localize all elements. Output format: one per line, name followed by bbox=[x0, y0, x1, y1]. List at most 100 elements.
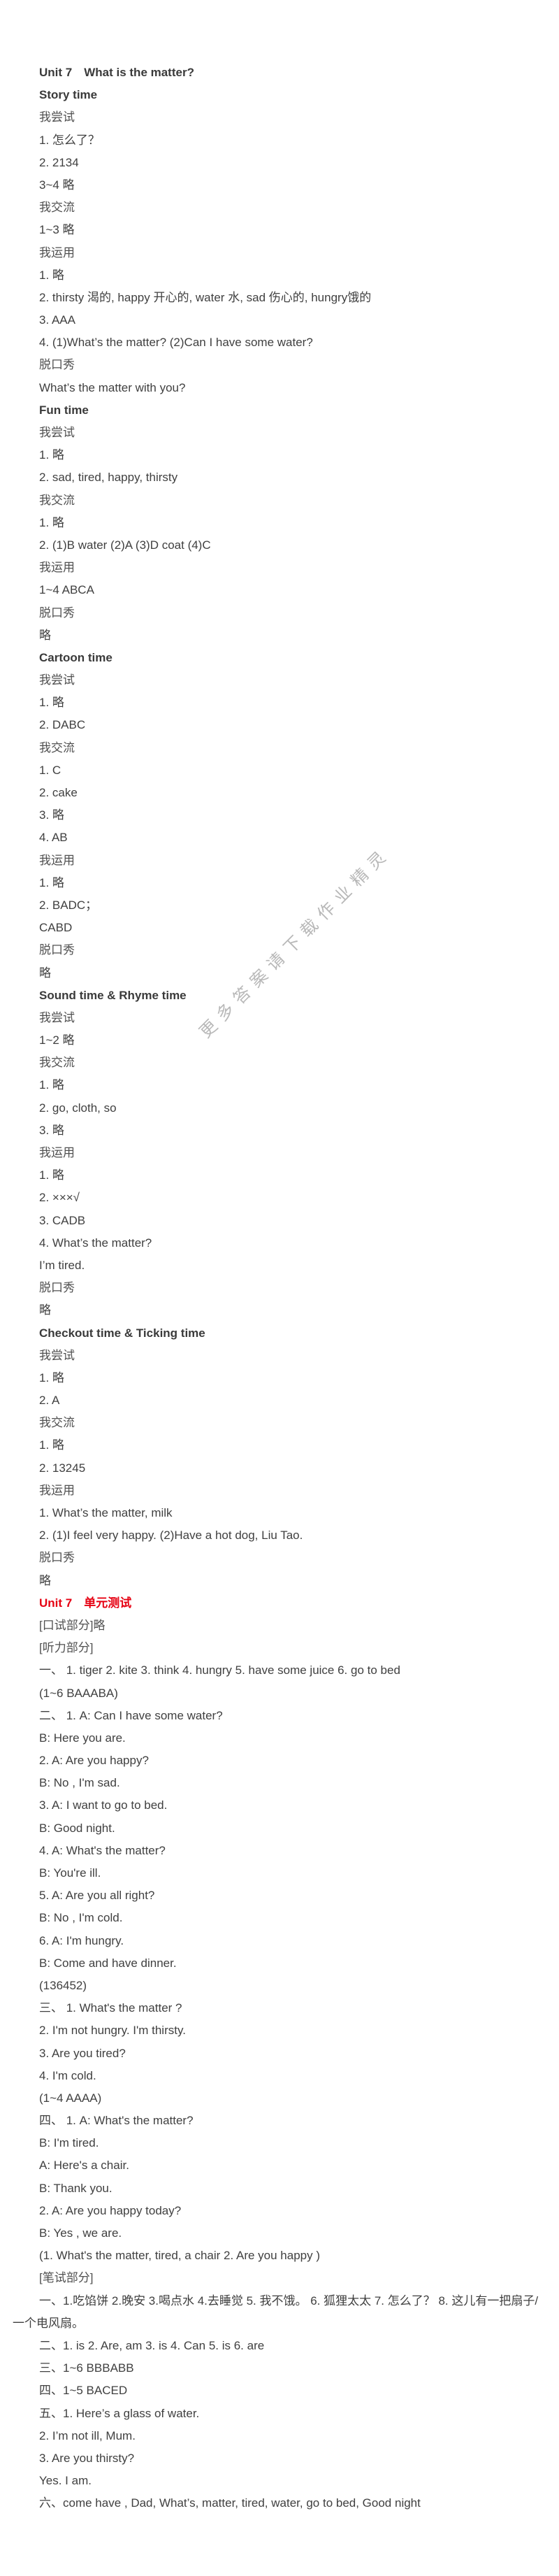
answer-line: 4. AB bbox=[39, 831, 68, 845]
subsection-label: 脱口秀 bbox=[39, 358, 75, 372]
subsection-label: 我运用 bbox=[39, 1483, 75, 1497]
answer-document: Unit 7 What is the matter? Story time 我尝试 1… bbox=[0, 62, 559, 2514]
subsection-label: 我尝试 bbox=[39, 110, 75, 124]
subsection-label: 我运用 bbox=[39, 853, 75, 867]
answer-line: 2. cake bbox=[39, 786, 78, 799]
answer-line: 1. 略 bbox=[39, 1168, 64, 1182]
subsection-label: 我尝试 bbox=[39, 673, 75, 687]
answer-line: 四、 1. A: What's the matter? bbox=[39, 2114, 194, 2128]
section-heading: Checkout time & Ticking time bbox=[39, 1326, 205, 1340]
answer-line: 2. I'm not hungry. I'm thirsty. bbox=[39, 2024, 186, 2038]
answer-line: 2. go, cloth, so bbox=[39, 1101, 117, 1115]
answer-line: 1. 略 bbox=[39, 1078, 64, 1092]
answer-line: 2. sad, tired, happy, thirsty bbox=[39, 471, 178, 485]
subsection-label: 我交流 bbox=[39, 740, 75, 754]
answer-line: 4. I'm cold. bbox=[39, 2068, 96, 2082]
answer-line: 三、1~6 BBBABB bbox=[39, 2361, 134, 2375]
answer-line: 4. A: What's the matter? bbox=[39, 1843, 166, 1857]
answer-line: 2. A bbox=[39, 1394, 60, 1408]
answer-line: 5. A: Are you all right? bbox=[39, 1889, 155, 1903]
answer-line: 6. A: I'm hungry. bbox=[39, 1933, 124, 1947]
answer-line: Yes. I am. bbox=[39, 2474, 92, 2488]
section-heading: Fun time bbox=[39, 403, 89, 417]
answer-line: B: Thank you. bbox=[39, 2181, 112, 2195]
answer-line: 1. 略 bbox=[39, 448, 64, 462]
subsection-label: 脱口秀 bbox=[39, 1281, 75, 1295]
answer-line: B: Come and have dinner. bbox=[39, 1956, 177, 1970]
answer-line: 2. A: Are you happy today? bbox=[39, 2203, 182, 2217]
answer-line: 2. (1)I feel very happy. (2)Have a hot d… bbox=[39, 1529, 303, 1543]
answer-line: 一、 1. tiger 2. kite 3. think 4. hungry 5… bbox=[39, 1663, 400, 1677]
answer-line: 1. 怎么了？ bbox=[39, 133, 100, 147]
section-heading: Sound time & Rhyme time bbox=[39, 988, 187, 1002]
answer-line: 3. A: I want to go to bed. bbox=[39, 1798, 168, 1812]
subsection-label: [听力部分] bbox=[39, 1641, 94, 1655]
answer-line: B: I'm tired. bbox=[39, 2136, 99, 2150]
subsection-label: [口试部分]略 bbox=[39, 1618, 106, 1632]
answer-line: 2. (1)B water (2)A (3)D coat (4)C bbox=[39, 538, 211, 552]
answer-line: 四、1~5 BACED bbox=[39, 2384, 128, 2398]
subsection-label: 我交流 bbox=[39, 1056, 75, 1070]
answer-line: 2. I’m not ill, Mum. bbox=[39, 2428, 136, 2442]
answer-line: 1~4 ABCA bbox=[39, 583, 94, 597]
answer-line: 2. DABC bbox=[39, 718, 86, 732]
subsection-label: 我运用 bbox=[39, 1146, 75, 1159]
subsection-label: 我运用 bbox=[39, 245, 75, 259]
answer-line: (1. What's the matter, tired, a chair 2.… bbox=[39, 2249, 320, 2263]
answer-line: B: No , I'm sad. bbox=[39, 1776, 120, 1790]
answer-line: 2. 2134 bbox=[39, 155, 79, 169]
answer-line: B: Yes , we are. bbox=[39, 2226, 122, 2240]
answer-line: 略 bbox=[39, 628, 51, 642]
subsection-label: 我交流 bbox=[39, 1416, 75, 1430]
answer-line: 略 bbox=[39, 1573, 51, 1587]
answer-line: 五、1. Here’s a glass of water. bbox=[39, 2406, 200, 2420]
answer-line: 1. 略 bbox=[39, 696, 64, 710]
answer-line: (1~6 BAAABA) bbox=[39, 1686, 118, 1700]
subsection-label: 脱口秀 bbox=[39, 1551, 75, 1565]
subsection-label: 我运用 bbox=[39, 561, 75, 575]
answer-line: B: Here you are. bbox=[39, 1731, 126, 1745]
subsection-label: 我尝试 bbox=[39, 1348, 75, 1362]
subsection-label: 脱口秀 bbox=[39, 606, 75, 620]
answer-line: 二、 1. A: Can I have some water? bbox=[39, 1708, 223, 1722]
answer-line: 1. 略 bbox=[39, 268, 64, 282]
subsection-label: 我交流 bbox=[39, 201, 75, 215]
answer-line: 略 bbox=[39, 1303, 51, 1317]
section-heading: Story time bbox=[39, 88, 98, 102]
answer-line: 2. A: Are you happy? bbox=[39, 1754, 149, 1768]
answer-line: 2. BADC； bbox=[39, 898, 98, 912]
answer-line: 1. 略 bbox=[39, 1371, 64, 1384]
answer-line: I’m tired. bbox=[39, 1258, 85, 1272]
answer-line: 3. Are you thirsty? bbox=[39, 2451, 135, 2465]
section-heading: Unit 7 What is the matter? bbox=[39, 66, 194, 79]
subsection-label: 我交流 bbox=[39, 493, 75, 507]
answer-line: 3~4 略 bbox=[39, 178, 75, 192]
answer-line: B: No , I'm cold. bbox=[39, 1911, 123, 1925]
answer-line: 3. Are you tired? bbox=[39, 2046, 126, 2060]
answer-line: 略 bbox=[39, 966, 51, 980]
answer-line: CABD bbox=[39, 921, 73, 935]
answer-line: B: You're ill. bbox=[39, 1866, 101, 1880]
answer-line: (1~4 AAAA) bbox=[39, 2091, 102, 2105]
answer-line: 1. 略 bbox=[39, 875, 64, 889]
answer-line: 1. What’s the matter, milk bbox=[39, 1506, 173, 1519]
answer-line: B: Good night. bbox=[39, 1821, 115, 1835]
answer-line: 1. 略 bbox=[39, 1438, 64, 1452]
subsection-label: 脱口秀 bbox=[39, 943, 75, 957]
answer-line: 1. C bbox=[39, 763, 61, 777]
subsection-label: 我尝试 bbox=[39, 426, 75, 439]
answer-line: 1~3 略 bbox=[39, 223, 75, 237]
answer-line: 3. CADB bbox=[39, 1213, 86, 1227]
answer-line: 1~2 略 bbox=[39, 1033, 75, 1047]
section-heading: Cartoon time bbox=[39, 650, 112, 664]
answer-line: 2. ×××√ bbox=[39, 1191, 80, 1205]
answer-line: 六、come have , Dad, What’s, matter, tired… bbox=[39, 2496, 421, 2510]
answer-line: 4. (1)What’s the matter? (2)Can I have s… bbox=[39, 336, 313, 350]
subsection-label: [笔试部分] bbox=[39, 2271, 94, 2285]
answer-line: 3. AAA bbox=[39, 313, 75, 327]
answer-line: 2. thirsty 渴的, happy 开心的, water 水, sad 伤… bbox=[39, 290, 372, 304]
answer-line: 2. 13245 bbox=[39, 1461, 86, 1475]
answer-line: A: Here's a chair. bbox=[39, 2159, 129, 2173]
answer-line: 3. 略 bbox=[39, 808, 64, 822]
answer-line: 1. 略 bbox=[39, 515, 64, 529]
